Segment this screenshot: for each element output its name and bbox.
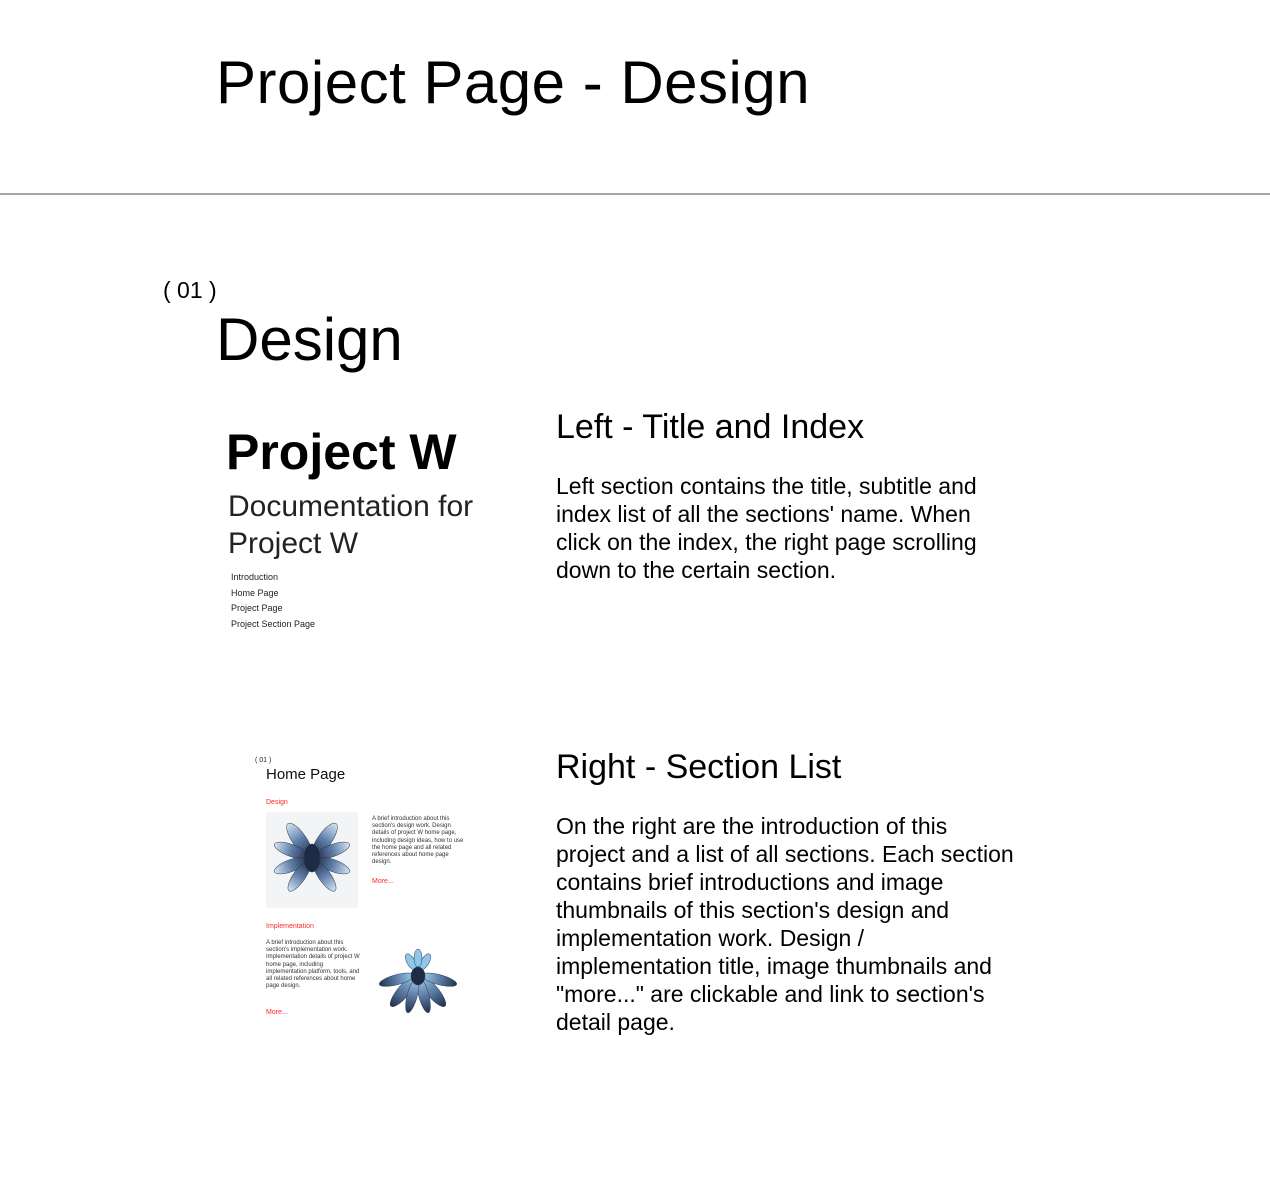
preview-project-title: Project W	[226, 424, 457, 480]
header-divider	[0, 193, 1270, 195]
preview-implementation-text: A brief introduction about this section'…	[266, 940, 360, 990]
preview-project-subtitle: Documentation for Project W	[228, 490, 474, 560]
right-section-description-title: Right - Section List	[556, 748, 842, 786]
preview-index-item[interactable]: Project Section Page	[231, 617, 315, 633]
right-section-description-text: On the right are the introduction of thi…	[556, 813, 1014, 1035]
design-thumbnail-image[interactable]	[266, 812, 358, 908]
preview-implementation-more-link[interactable]: More...	[266, 1008, 288, 1017]
section-title: Design	[216, 306, 403, 373]
right-section-description: Right - Section List On the right are th…	[556, 747, 1016, 1036]
preview-index-item[interactable]: Project Page	[231, 601, 315, 617]
preview-design-more-link[interactable]: More...	[372, 877, 394, 886]
left-section-description-title: Left - Title and Index	[556, 408, 865, 446]
preview-implementation-link[interactable]: Implementation	[266, 922, 314, 931]
preview-section-heading: Home Page	[266, 766, 346, 783]
section-list-preview: ( 01 ) Home Page Design A brief introduc…	[250, 756, 490, 1036]
preview-index-item[interactable]: Introduction	[231, 570, 315, 586]
preview-index-item[interactable]: Home Page	[231, 586, 315, 602]
left-section-description: Left - Title and Index Left section cont…	[556, 407, 1016, 584]
preview-index-list: Introduction Home Page Project Page Proj…	[231, 570, 315, 632]
flower-image	[379, 948, 457, 1013]
page-title: Project Page - Design	[216, 49, 811, 116]
flower-image	[274, 822, 350, 892]
left-section-description-text: Left section contains the title, subtitl…	[556, 473, 977, 583]
implementation-thumbnail-image[interactable]	[370, 940, 466, 1028]
section-number: ( 01 )	[163, 277, 217, 303]
preview-design-text: A brief introduction about this section'…	[372, 816, 464, 866]
title-index-preview: Project W Documentation for Project W In…	[226, 424, 526, 644]
preview-section-number: ( 01 )	[255, 757, 272, 764]
preview-design-link[interactable]: Design	[266, 798, 288, 807]
